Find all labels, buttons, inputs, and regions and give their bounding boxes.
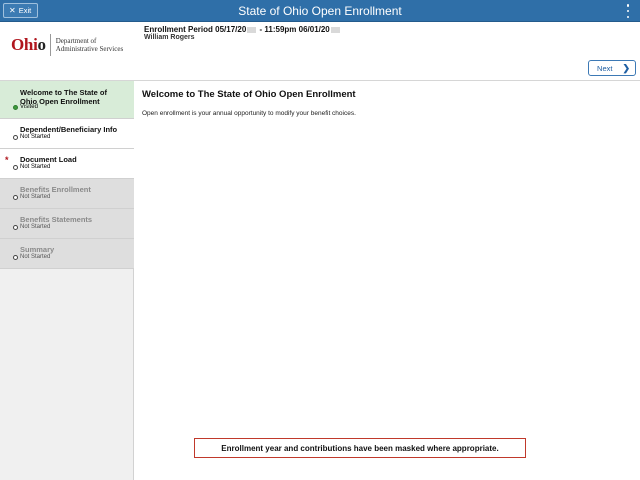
- step-navigation: Welcome to The State of Ohio Open Enroll…: [0, 81, 134, 480]
- intro-text: Open enrollment is your annual opportuni…: [142, 110, 356, 117]
- page-header: Ohio Department of Administrative Servic…: [0, 22, 640, 81]
- enrollment-period: Enrollment Period 05/17/20 - 11:59pm 06/…: [144, 25, 341, 34]
- step-summary[interactable]: Summary Not Started: [0, 239, 134, 269]
- status-dot-icon: [13, 134, 18, 140]
- step-benefits-enrollment[interactable]: Benefits Enrollment Not Started: [0, 179, 134, 209]
- step-document-load[interactable]: * Document Load Not Started: [0, 149, 134, 179]
- user-name: William Rogers: [144, 34, 195, 41]
- logo-divider: [49, 34, 51, 56]
- required-marker: *: [5, 155, 9, 165]
- ohio-wordmark: Ohio: [11, 35, 46, 54]
- main-content: Welcome to The State of Ohio Open Enroll…: [135, 81, 640, 480]
- step-status: Not Started: [13, 254, 50, 260]
- step-label: Summary: [20, 245, 55, 254]
- step-status: Not Started: [13, 164, 50, 170]
- step-status: Not Started: [13, 194, 50, 200]
- step-welcome[interactable]: Welcome to The State of Ohio Open Enroll…: [0, 81, 134, 119]
- ohio-logo: Ohio Department of Administrative Servic…: [11, 34, 123, 56]
- step-label: Benefits Statements: [20, 215, 93, 224]
- step-dependent-beneficiary[interactable]: Dependent/Beneficiary Info Not Started: [0, 119, 134, 149]
- status-dot-icon: [13, 194, 18, 200]
- department-name: Department of Administrative Services: [55, 37, 124, 53]
- step-status: Not Started: [13, 224, 50, 230]
- status-dot-icon: [13, 104, 18, 110]
- page-heading: Welcome to The State of Ohio Open Enroll…: [142, 89, 356, 100]
- masking-notice: Enrollment year and contributions have b…: [194, 438, 526, 458]
- step-benefits-statements[interactable]: Benefits Statements Not Started: [0, 209, 134, 239]
- step-status: Visited: [13, 104, 38, 110]
- next-button[interactable]: Next ❯: [588, 60, 636, 76]
- title-bar: ✕ Exit State of Ohio Open Enrollment: [0, 0, 640, 22]
- step-label: Document Load: [20, 155, 77, 164]
- masked-year: [247, 26, 257, 33]
- status-dot-icon: [13, 254, 18, 260]
- chevron-right-icon: ❯: [622, 62, 630, 73]
- step-label: Benefits Enrollment: [20, 185, 91, 194]
- status-dot-icon: [13, 224, 18, 230]
- kebab-menu-icon[interactable]: [626, 4, 630, 18]
- app-title: State of Ohio Open Enrollment: [238, 4, 402, 18]
- status-dot-icon: [13, 164, 18, 170]
- step-status: Not Started: [13, 134, 50, 140]
- step-label: Dependent/Beneficiary Info: [20, 125, 118, 134]
- next-label: Next: [597, 63, 613, 73]
- masked-year: [330, 26, 340, 33]
